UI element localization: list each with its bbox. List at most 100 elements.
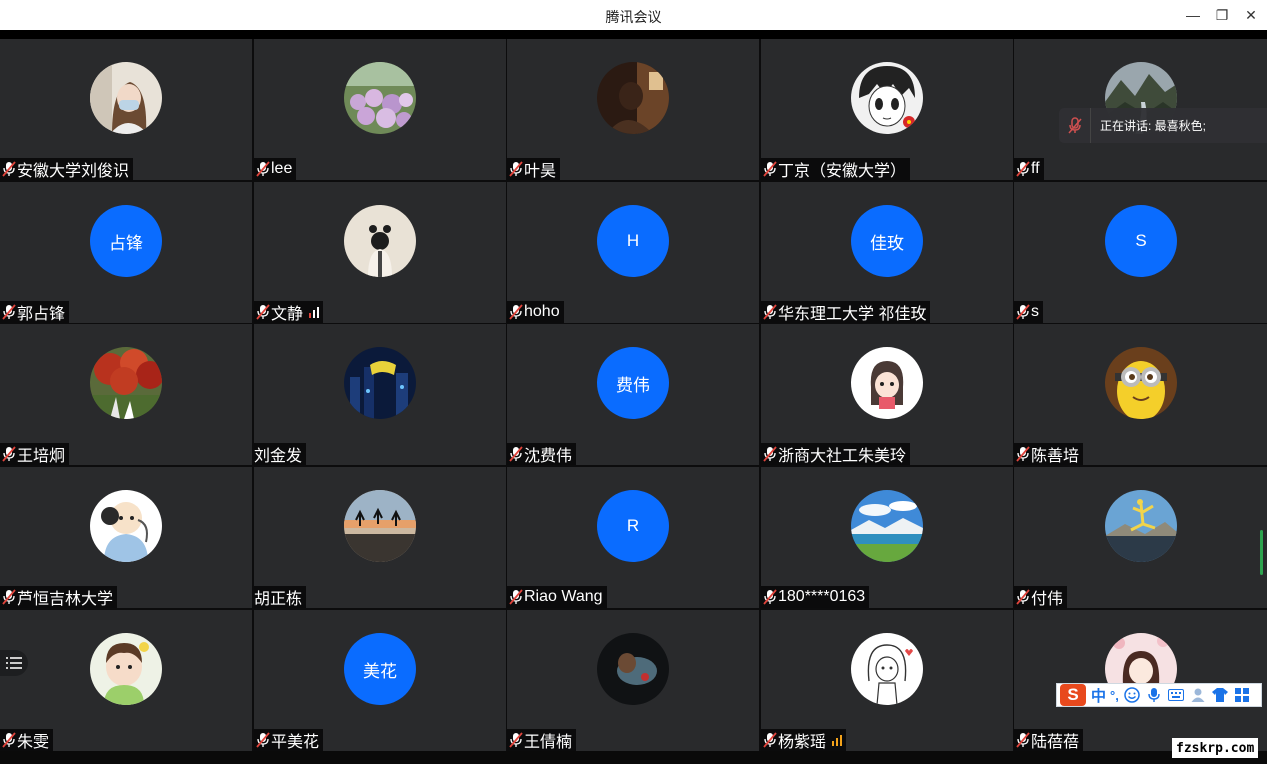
participant-tile[interactable]: 佳玫 华东理工大学 祁佳玫 [761,182,1013,323]
participant-namebar: 叶昊 [507,158,561,180]
user-icon[interactable] [1189,686,1207,704]
microphone-muted-icon [2,589,16,605]
participant-tile[interactable]: 叶昊 [507,39,759,180]
participant-tile[interactable]: lee [254,39,506,180]
participant-namebar: s [1014,301,1043,323]
grid-icon[interactable] [1233,686,1251,704]
microphone-muted-icon [2,446,16,462]
top-band [0,30,1267,39]
participant-name: 郭占锋 [17,306,66,323]
avatar-photo [851,490,923,562]
microphone-muted-icon [509,446,523,462]
avatar-photo [1105,347,1177,419]
participant-tile[interactable]: 陈善培 [1014,324,1267,465]
participant-tile[interactable]: 芦恒吉林大学 [0,467,252,608]
participant-namebar: 浙商大社工朱美玲 [761,443,911,465]
ime-mode-toggle[interactable]: 中 [1091,685,1106,706]
participant-namebar: hoho [507,301,564,323]
microphone-muted-icon [1016,304,1030,320]
avatar-photo [344,62,416,134]
close-button[interactable]: ✕ [1240,5,1262,25]
participant-name: 华东理工大学 祁佳玫 [778,306,927,323]
avatar-initials: 占锋 [90,205,162,277]
participant-namebar: 陈善培 [1014,443,1084,465]
participant-tile[interactable]: 王倩楠 [507,610,759,751]
participant-tile[interactable]: 付伟 [1014,467,1267,608]
participant-namebar: 180****0163 [761,586,870,608]
participant-namebar: 芦恒吉林大学 [0,586,118,608]
participant-name: 朱雯 [17,734,50,751]
minimize-button[interactable]: — [1182,5,1204,25]
participant-tile[interactable]: 180****0163 [761,467,1013,608]
avatar-photo [597,633,669,705]
participant-namebar: 安徽大学刘俊识 [0,158,134,180]
participant-name: lee [271,160,293,177]
participant-tile[interactable]: 陆蓓蓓 [1014,610,1267,751]
avatar-photo [90,62,162,134]
microphone-muted-icon [509,732,523,748]
microphone-muted-icon [1016,732,1030,748]
microphone-muted-icon [509,304,523,320]
participant-tile[interactable]: 朱雯 [0,610,252,751]
participant-namebar: 朱雯 [0,729,54,751]
microphone-muted-icon [763,589,777,605]
avatar-photo [90,347,162,419]
participant-namebar: 文静 [254,301,324,323]
grid-scrollbar[interactable] [1260,530,1263,575]
speaking-indicator[interactable]: 正在讲话: 最喜秋色; [1059,108,1267,143]
participant-name: 刘金发 [254,448,303,465]
speaking-text: 正在讲话: 最喜秋色; [1100,119,1207,133]
microphone-muted-icon [256,304,270,320]
shirt-icon[interactable] [1211,686,1229,704]
microphone-muted-icon [763,161,777,177]
participant-name: 安徽大学刘俊识 [17,163,130,180]
participant-namebar: ff [1014,158,1044,180]
participant-name: ff [1031,160,1040,177]
microphone-muted-icon [1059,108,1091,143]
smile-icon[interactable] [1123,686,1141,704]
keyboard-icon[interactable] [1167,686,1185,704]
participant-tile[interactable]: 刘金发 [254,324,506,465]
participant-namebar: lee [254,158,297,180]
microphone-muted-icon [2,304,16,320]
restore-button[interactable]: ❐ [1211,5,1233,25]
participant-tile[interactable]: Hhoho [507,182,759,323]
microphone-icon[interactable] [1145,686,1163,704]
avatar-initials: H [597,205,669,277]
participant-tile[interactable]: 浙商大社工朱美玲 [761,324,1013,465]
participant-name: 付伟 [1031,591,1064,608]
participant-namebar: 陆蓓蓓 [1014,729,1084,751]
participant-tile[interactable]: R Riao Wang [507,467,759,608]
participant-name: 丁京（安徽大学） [778,163,907,180]
participant-tile[interactable]: 费伟 沈费伟 [507,324,759,465]
participant-tile[interactable]: 丁京（安徽大学） [761,39,1013,180]
participant-name: 芦恒吉林大学 [17,591,114,608]
participant-name: 杨紫瑶 [778,734,827,751]
member-list-button[interactable] [0,650,28,676]
avatar-initials: S [1105,205,1177,277]
avatar-photo [1105,490,1177,562]
participant-namebar: 胡正栋 [254,586,307,608]
participant-name: 平美花 [271,734,320,751]
participant-tile[interactable]: 胡正栋 [254,467,506,608]
participant-name: 胡正栋 [254,591,303,608]
participant-name: 文静 [271,306,304,323]
bottom-band [0,751,1267,764]
ime-punct-toggle[interactable]: °, [1110,688,1119,703]
sogou-logo-icon[interactable]: S [1060,684,1086,706]
microphone-muted-icon [1016,161,1030,177]
participant-namebar: 丁京（安徽大学） [761,158,911,180]
participant-tile[interactable]: 王培炯 [0,324,252,465]
participant-tile[interactable]: 文静 [254,182,506,323]
participant-tile[interactable]: 安徽大学刘俊识 [0,39,252,180]
participant-tile[interactable]: 占锋郭占锋 [0,182,252,323]
microphone-muted-icon [256,732,270,748]
participant-tile[interactable]: Ss [1014,182,1267,323]
ime-toolbar[interactable]: S 中 °, [1056,683,1262,707]
participant-tile[interactable]: 美花 平美花 [254,610,506,751]
microphone-muted-icon [763,732,777,748]
participant-name: 浙商大社工朱美玲 [778,448,907,465]
participant-tile[interactable]: 杨紫瑶 [761,610,1013,751]
watermark: fzskrp.com [1172,738,1259,758]
participant-namebar: 郭占锋 [0,301,70,323]
